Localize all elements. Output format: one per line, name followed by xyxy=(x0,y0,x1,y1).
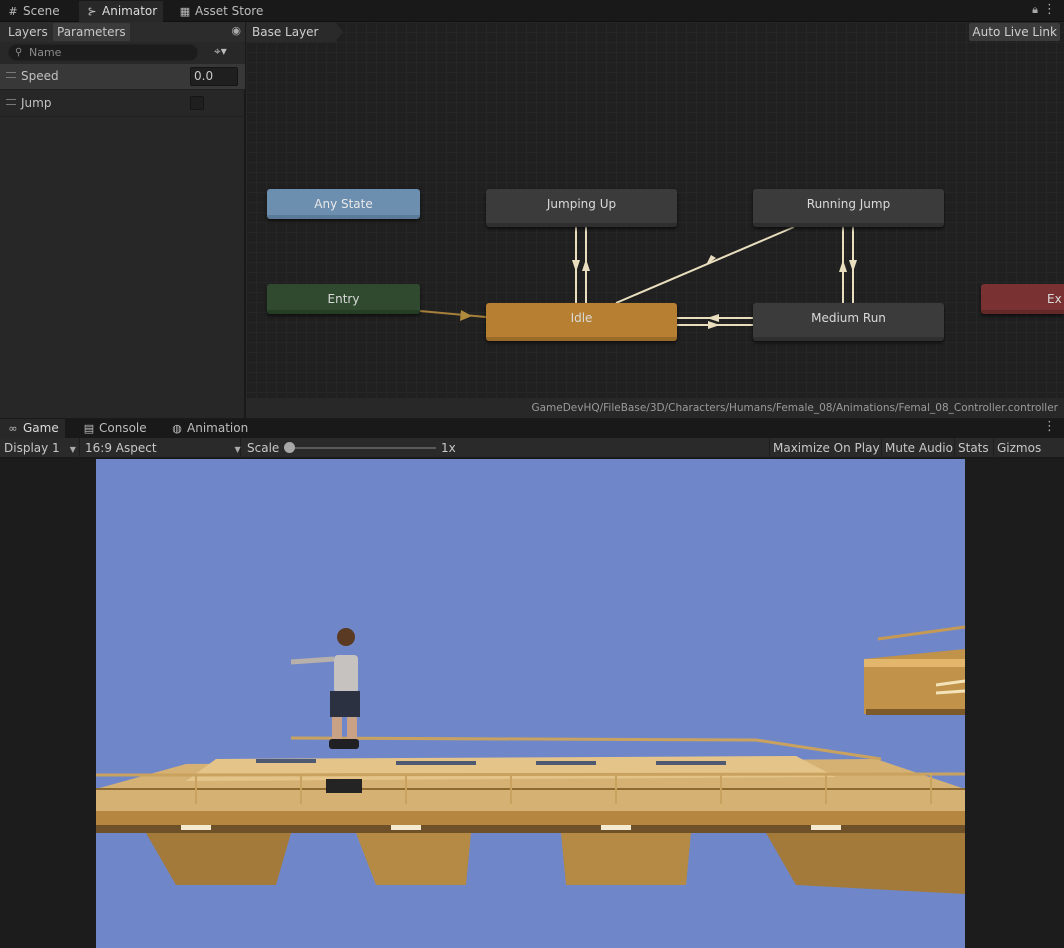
state-exit[interactable]: Ex xyxy=(981,284,1064,314)
scale-value: 1x xyxy=(441,441,456,455)
game-scene xyxy=(96,625,965,894)
tab-game-label: Game xyxy=(23,421,59,435)
eye-icon[interactable]: ◉ xyxy=(231,24,241,37)
parameter-row[interactable]: Speed 0.0 xyxy=(0,64,245,90)
add-parameter-button[interactable]: ⌖▾ xyxy=(214,44,227,59)
gizmos-button[interactable]: Gizmos xyxy=(993,438,1044,458)
display-dropdown[interactable]: Display 1 ▼ xyxy=(0,438,80,458)
tab-game[interactable]: ∞ Game xyxy=(0,419,65,438)
aspect-dropdown[interactable]: 16:9 Aspect ▼ xyxy=(81,438,241,458)
tab-asset-store[interactable]: ▦ Asset Store xyxy=(172,1,269,22)
parameter-search-input[interactable]: ⚲ Name xyxy=(8,44,198,61)
game-toolbar: Display 1 ▼ 16:9 Aspect ▼ Scale 1x Maximiz… xyxy=(0,438,1064,458)
search-icon: ⚲ xyxy=(15,47,23,58)
bottom-tab-bar: ∞ Game ▤ Console ◍ Animation ⋮ xyxy=(0,419,1064,438)
tab-asset-store-label: Asset Store xyxy=(195,4,264,18)
mute-audio-button[interactable]: Mute Audio xyxy=(881,438,956,458)
breadcrumb[interactable]: Base Layer xyxy=(246,22,342,42)
scale-slider-knob[interactable] xyxy=(284,442,295,453)
console-icon: ▤ xyxy=(83,422,95,435)
animator-graph[interactable]: Base Layer Auto Live Link Any State Jump… xyxy=(246,22,1064,418)
tab-console[interactable]: ▤ Console xyxy=(76,419,153,438)
search-row: ⚲ Name ⌖▾ xyxy=(0,42,245,64)
gamepad-icon: ∞ xyxy=(8,422,18,435)
drag-handle-icon[interactable] xyxy=(6,72,16,78)
tab-scene[interactable]: # Scene xyxy=(0,1,66,22)
animator-icon: ⊱ xyxy=(87,5,97,18)
transition-entry-idle[interactable] xyxy=(419,310,487,318)
tab-animation-label: Animation xyxy=(187,421,249,435)
bridge-platform xyxy=(96,736,965,894)
parameter-name: Jump xyxy=(21,96,52,110)
tab-parameters[interactable]: Parameters xyxy=(53,23,130,41)
lock-icon[interactable]: 🔒︎ xyxy=(1032,3,1038,17)
grid-icon: # xyxy=(8,5,18,18)
parameter-row[interactable]: Jump xyxy=(0,91,245,117)
search-placeholder: Name xyxy=(29,46,62,59)
tab-animator-label: Animator xyxy=(102,4,158,18)
aspect-value: 16:9 Aspect xyxy=(85,441,157,455)
parameter-name: Speed xyxy=(21,69,59,83)
game-viewport[interactable] xyxy=(96,459,965,948)
scale-slider-track[interactable] xyxy=(290,447,436,449)
tab-console-label: Console xyxy=(99,421,147,435)
scale-label: Scale xyxy=(247,441,280,455)
transition-runjump-idle[interactable] xyxy=(615,226,795,304)
tab-scene-label: Scene xyxy=(23,4,60,18)
animation-icon: ◍ xyxy=(172,422,182,435)
panel-tabs: Layers Parameters ◉ xyxy=(0,22,245,42)
parameter-bool-checkbox[interactable] xyxy=(190,96,204,110)
tab-layers[interactable]: Layers xyxy=(4,23,52,41)
window-tab-bar: # Scene ⊱ Animator ▦ Asset Store 🔒︎ ⋮ xyxy=(0,0,1064,22)
state-running-jump[interactable]: Running Jump xyxy=(753,189,944,227)
drag-handle-icon[interactable] xyxy=(6,99,16,105)
chevron-down-icon: ▼ xyxy=(69,445,76,454)
display-value: Display 1 xyxy=(4,441,60,455)
state-any-state[interactable]: Any State xyxy=(267,189,420,219)
auto-live-link-button[interactable]: Auto Live Link xyxy=(969,23,1060,41)
state-entry[interactable]: Entry xyxy=(267,284,420,314)
animator-parameters-panel: Layers Parameters ◉ ⚲ Name ⌖▾ Speed 0.0 … xyxy=(0,22,245,418)
parameter-float-field[interactable]: 0.0 xyxy=(190,67,238,86)
more-options-icon[interactable]: ⋮ xyxy=(1043,419,1056,434)
state-medium-run[interactable]: Medium Run xyxy=(753,303,944,341)
asset-path: GameDevHQ/FileBase/3D/Characters/Humans/… xyxy=(246,398,1064,418)
game-view xyxy=(0,459,1064,948)
stats-button[interactable]: Stats xyxy=(954,438,992,458)
more-options-icon[interactable]: ⋮ xyxy=(1043,2,1056,17)
tab-animation[interactable]: ◍ Animation xyxy=(164,419,254,438)
state-jumping-up[interactable]: Jumping Up xyxy=(486,189,677,227)
store-icon: ▦ xyxy=(179,5,191,18)
tab-animator[interactable]: ⊱ Animator xyxy=(79,1,164,22)
distant-platform xyxy=(864,625,965,715)
state-idle[interactable]: Idle xyxy=(486,303,677,341)
maximize-on-play-button[interactable]: Maximize On Play xyxy=(769,438,883,458)
chevron-down-icon: ▼ xyxy=(234,445,241,454)
